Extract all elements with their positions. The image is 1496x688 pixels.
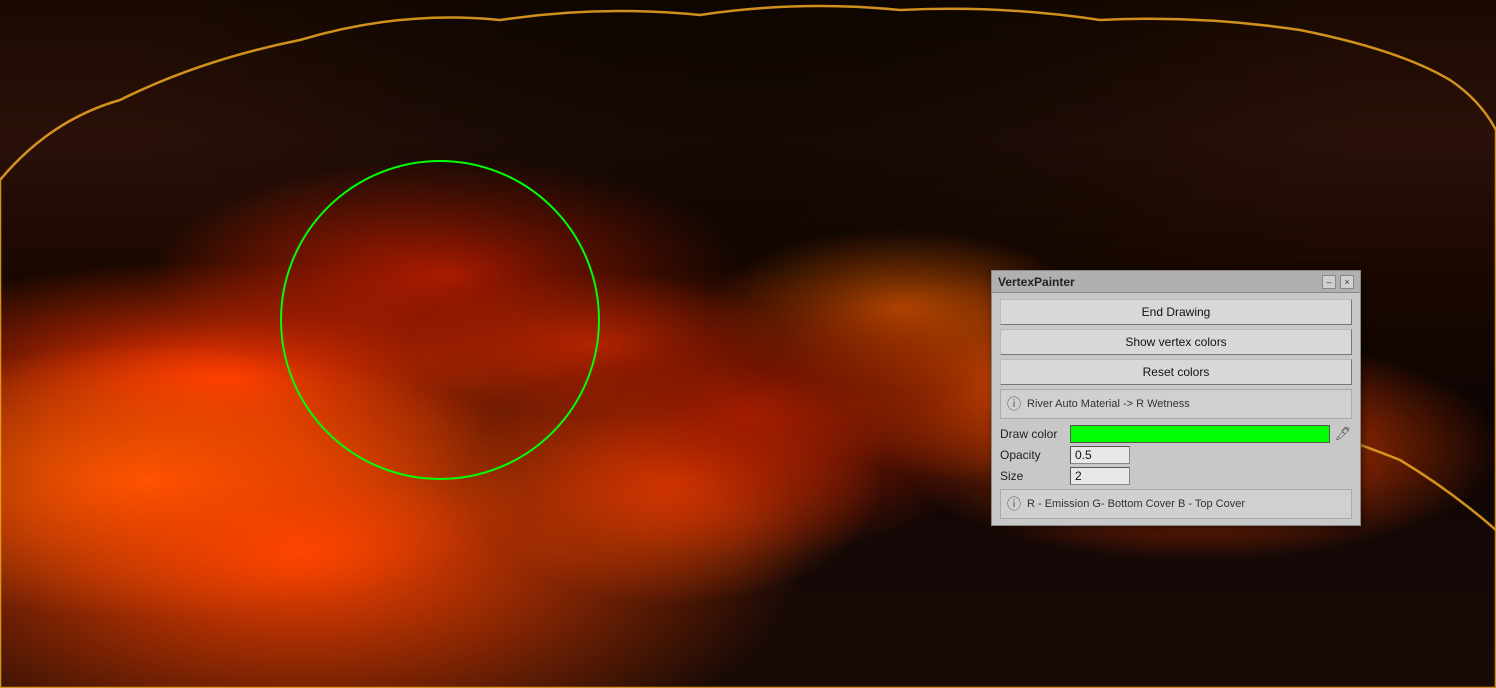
emission-text: R - Emission G- Bottom Cover B - Top Cov… [1027,498,1245,510]
vertex-painter-panel: VertexPainter – × End Drawing Show verte… [991,270,1361,526]
draw-color-label: Draw color [1000,427,1070,441]
draw-color-row: Draw color 🖊 [1000,425,1352,443]
info-icon-top: ⓘ [1007,394,1021,414]
panel-title: VertexPainter [998,275,1075,289]
emission-info: ⓘ R - Emission G- Bottom Cover B - Top C… [1000,489,1352,519]
size-input[interactable] [1070,467,1130,485]
draw-color-value: 🖊 [1070,425,1352,443]
panel-controls: – × [1322,275,1354,289]
color-bar[interactable] [1070,425,1330,443]
panel-body: End Drawing Show vertex colors Reset col… [992,293,1360,525]
show-vertex-colors-button[interactable]: Show vertex colors [1000,329,1352,355]
opacity-value-container [1070,446,1352,464]
close-button[interactable]: × [1340,275,1354,289]
size-value-container [1070,467,1352,485]
minimize-button[interactable]: – [1322,275,1336,289]
auto-material-text: River Auto Material -> R Wetness [1027,398,1190,410]
eyedropper-icon[interactable]: 🖊 [1334,425,1352,443]
info-icon-bottom: ⓘ [1007,494,1021,514]
viewport: VertexPainter – × End Drawing Show verte… [0,0,1496,688]
size-label: Size [1000,469,1070,483]
opacity-row: Opacity [1000,446,1352,464]
end-drawing-button[interactable]: End Drawing [1000,299,1352,325]
reset-colors-button[interactable]: Reset colors [1000,359,1352,385]
auto-material-info: ⓘ River Auto Material -> R Wetness [1000,389,1352,419]
panel-titlebar: VertexPainter – × [992,271,1360,293]
opacity-input[interactable] [1070,446,1130,464]
size-row: Size [1000,467,1352,485]
opacity-label: Opacity [1000,448,1070,462]
